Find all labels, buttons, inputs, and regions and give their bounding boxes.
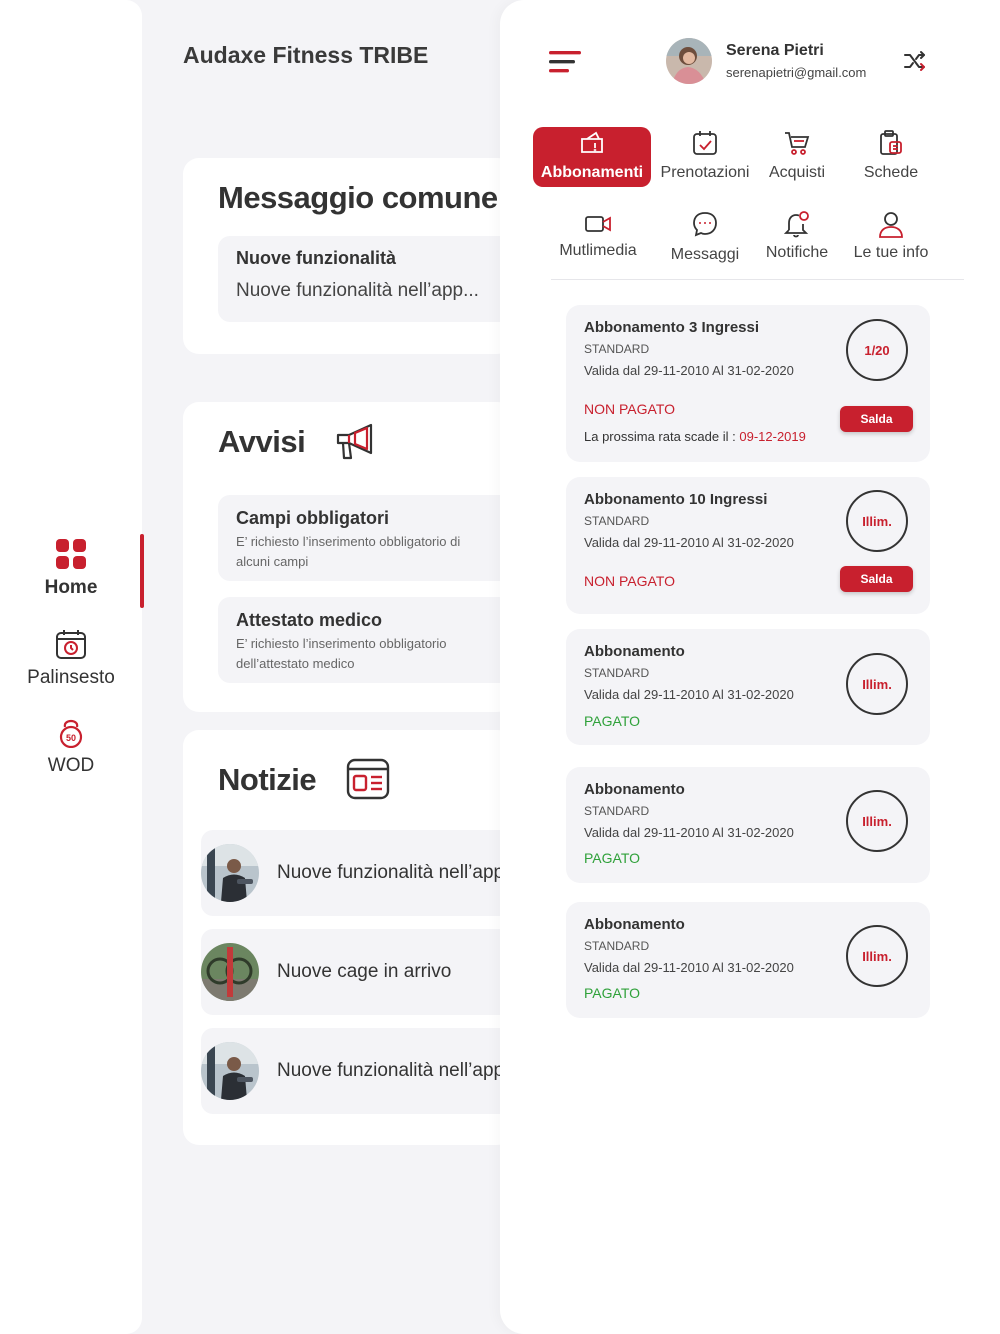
news-thumbnail <box>201 1042 259 1100</box>
pay-button[interactable]: Salda <box>840 406 913 432</box>
app-title: Audaxe Fitness TRIBE <box>183 42 429 68</box>
newspaper-icon <box>346 758 390 805</box>
switch-account-button[interactable] <box>903 50 927 77</box>
news-card: Notizie Nuove funzionalità nell’app Nuov… <box>183 730 513 1145</box>
hamburger-icon <box>549 51 581 73</box>
cart-icon <box>785 132 810 155</box>
subscription-type: STANDARD <box>584 342 650 356</box>
nav-active-indicator <box>140 534 144 608</box>
user-email: serenapietri@gmail.com <box>726 65 867 80</box>
notice-item[interactable]: Campi obbligatori E’ richiesto l’inserim… <box>218 495 513 581</box>
tab-label: Abbonamenti <box>540 164 644 181</box>
news-thumbnail <box>201 844 259 902</box>
message-item-title: Nuove funzionalità <box>236 248 397 268</box>
nav-label-palinsesto: Palinsesto <box>27 667 115 688</box>
tabs-divider <box>551 279 964 280</box>
pay-button[interactable]: Salda <box>840 566 913 592</box>
subscription-title: Abbonamento 10 Ingressi <box>584 491 768 508</box>
notice-item-text: E’ richiesto l’inserimento obbligatorio … <box>236 534 461 569</box>
video-icon <box>585 216 611 232</box>
wod-badge: 50 <box>66 733 76 743</box>
next-installment-date: 09-12-2019 <box>739 429 806 444</box>
entries-badge: Illim. <box>846 790 908 852</box>
nav-label-home: Home <box>44 577 98 598</box>
entries-badge: Illim. <box>846 925 908 987</box>
subscription-card[interactable]: Abbonamento STANDARD Valida dal 29-11-20… <box>566 902 930 1018</box>
subscription-validity: Valida dal 29-11-2010 Al 31-02-2020 <box>584 825 794 840</box>
tab-label: Le tue info <box>853 244 929 261</box>
nav-rail: Home Palinsesto 50 WOD <box>0 0 142 1334</box>
next-installment: La prossima rata scade il : 09-12-2019 <box>584 429 806 444</box>
calendar-clock-icon <box>55 628 87 665</box>
subscription-validity: Valida dal 29-11-2010 Al 31-02-2020 <box>584 535 794 550</box>
megaphone-icon <box>335 422 377 467</box>
menu-button[interactable] <box>549 50 583 74</box>
news-item-text: Nuove funzionalità nell’app <box>277 862 505 883</box>
nav-item-palinsesto[interactable]: Palinsesto <box>0 628 142 689</box>
subscription-validity: Valida dal 29-11-2010 Al 31-02-2020 <box>584 363 794 378</box>
payment-status: PAGATO <box>584 713 641 729</box>
news-item[interactable]: Nuove funzionalità nell’app <box>201 1028 513 1114</box>
subscription-title: Abbonamento <box>584 643 685 660</box>
payment-status: NON PAGATO <box>584 401 676 417</box>
message-card-title: Messaggio comune <box>218 180 498 215</box>
clipboard-icon <box>880 130 902 155</box>
subscription-validity: Valida dal 29-11-2010 Al 31-02-2020 <box>584 960 794 975</box>
avatar[interactable] <box>666 38 712 84</box>
subscription-type: STANDARD <box>584 804 650 818</box>
entries-badge: Illim. <box>846 490 908 552</box>
news-item-text: Nuove funzionalità nell’app <box>277 1060 505 1081</box>
payment-status: PAGATO <box>584 985 641 1001</box>
side-drawer: Serena Pietri serenapietri@gmail.com Abb… <box>500 0 1000 1334</box>
notices-card-title: Avvisi <box>218 424 306 459</box>
notices-card: Avvisi Campi obbligatori E’ richiesto l’… <box>183 402 513 712</box>
chat-icon <box>693 212 717 237</box>
subscription-card[interactable]: Abbonamento 10 Ingressi STANDARD Valida … <box>566 477 930 614</box>
tab-abbonamenti[interactable]: Abbonamenti <box>533 127 651 187</box>
subscription-card[interactable]: Abbonamento STANDARD Valida dal 29-11-20… <box>566 629 930 745</box>
ticket-icon <box>581 131 603 153</box>
notice-item-text: E’ richiesto l’inserimento obbligatorio … <box>236 636 447 671</box>
subscription-type: STANDARD <box>584 666 650 680</box>
nav-item-wod[interactable]: 50 WOD <box>0 716 142 777</box>
nav-label-wod: WOD <box>47 755 95 776</box>
subscription-title: Abbonamento 3 Ingressi <box>584 319 760 336</box>
notice-item-title: Campi obbligatori <box>236 508 389 528</box>
subscription-type: STANDARD <box>584 939 650 953</box>
tab-label: Schede <box>863 164 919 181</box>
news-card-title: Notizie <box>218 762 317 797</box>
notice-item[interactable]: Attestato medico E’ richiesto l’inserime… <box>218 597 513 683</box>
subscription-title: Abbonamento <box>584 781 685 798</box>
tab-multimedia[interactable]: Mutlimedia <box>539 206 657 266</box>
message-item-text: Nuove funzionalità nell’app... <box>236 280 479 301</box>
subscription-type: STANDARD <box>584 514 650 528</box>
bell-icon <box>784 211 809 238</box>
subscription-card[interactable]: Abbonamento STANDARD Valida dal 29-11-20… <box>566 767 930 883</box>
message-card: Messaggio comune Nuove funzionalità Nuov… <box>183 158 513 354</box>
news-item[interactable]: Nuove cage in arrivo <box>201 929 513 1015</box>
payment-status: PAGATO <box>584 850 641 866</box>
tab-schede[interactable]: Schede <box>832 127 950 187</box>
message-item[interactable]: Nuove funzionalità Nuove funzionalità ne… <box>218 236 513 322</box>
subscription-title: Abbonamento <box>584 916 685 933</box>
next-installment-label: La prossima rata scade il : <box>584 429 740 444</box>
subscription-card[interactable]: Abbonamento 3 Ingressi STANDARD Valida d… <box>566 305 930 462</box>
grid-icon <box>55 538 87 575</box>
calendar-check-icon <box>693 131 717 155</box>
tab-label: Mutlimedia <box>559 242 637 259</box>
shuffle-icon <box>904 51 925 71</box>
user-icon <box>879 212 903 238</box>
entries-badge: 1/20 <box>846 319 908 381</box>
entries-badge: Illim. <box>846 653 908 715</box>
subscription-validity: Valida dal 29-11-2010 Al 31-02-2020 <box>584 687 794 702</box>
payment-status: NON PAGATO <box>584 573 676 589</box>
nav-item-home[interactable]: Home <box>0 538 142 599</box>
user-name: Serena Pietri <box>726 42 824 59</box>
news-thumbnail <box>201 943 259 1001</box>
news-item-text: Nuove cage in arrivo <box>277 961 452 982</box>
news-item[interactable]: Nuove funzionalità nell’app <box>201 830 513 916</box>
tab-le-tue-info[interactable]: Le tue info <box>832 206 950 266</box>
kettlebell-icon: 50 <box>56 716 86 753</box>
notice-item-title: Attestato medico <box>236 610 383 630</box>
